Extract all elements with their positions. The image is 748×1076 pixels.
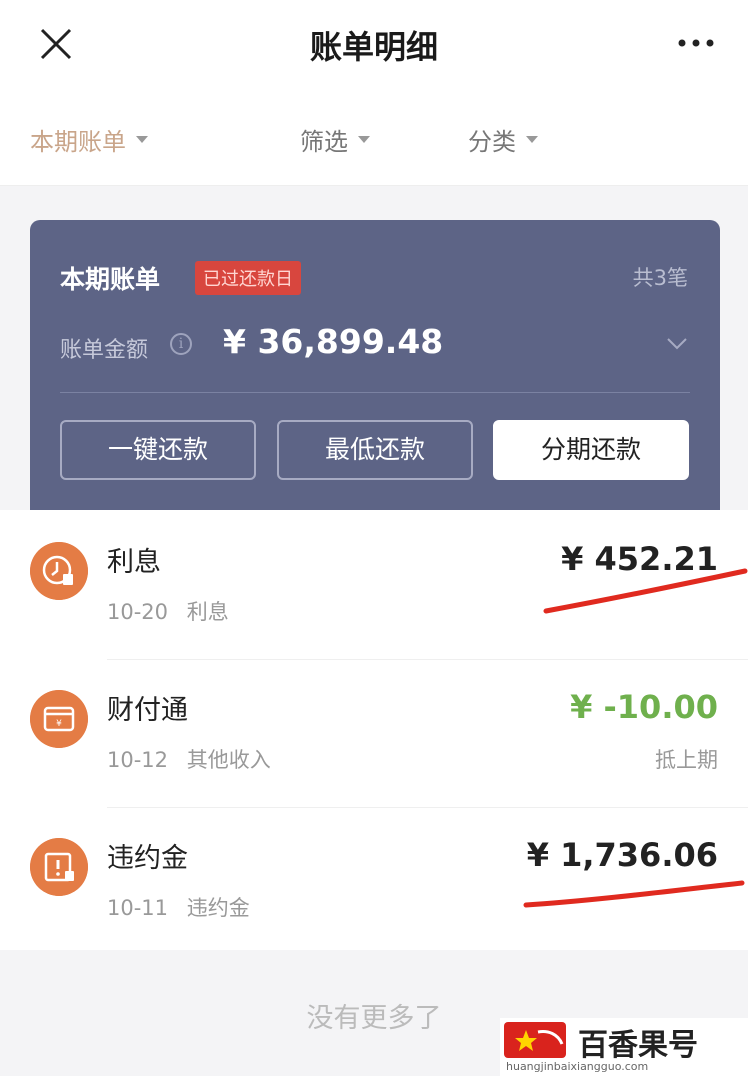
installment-button[interactable]: 分期还款 — [493, 420, 689, 480]
filter-screen-label: 筛选 — [300, 128, 348, 156]
bill-summary-card: 本期账单 已过还款日 共3笔 账单金额 i ¥ 36,899.48 一键还款 最… — [30, 220, 720, 510]
transaction-date: 10-11 — [107, 896, 169, 920]
wallet-icon: ¥ — [30, 690, 88, 748]
clock-bill-icon — [30, 542, 88, 600]
transaction-type: 违约金 — [186, 896, 250, 920]
transaction-date-type: 10-12 其他收入 — [107, 744, 271, 774]
transaction-date-type: 10-20 利息 — [107, 596, 229, 626]
filter-screen-dropdown[interactable]: 筛选 — [300, 122, 370, 157]
transaction-type: 其他收入 — [186, 748, 271, 772]
page-title: 账单明细 — [309, 28, 438, 66]
watermark-logo-icon — [504, 1022, 566, 1058]
transaction-title: 利息 — [107, 547, 161, 578]
bill-card-title: 本期账单 — [60, 265, 161, 294]
overdue-badge: 已过还款日 — [195, 261, 301, 295]
transaction-amount: ¥ -10.00 — [570, 688, 718, 726]
transaction-date: 10-20 — [107, 600, 169, 624]
filter-period-dropdown[interactable]: 本期账单 — [30, 122, 148, 157]
filter-bar: 本期账单 筛选 分类 — [0, 90, 748, 186]
transaction-amount: ¥ 1,736.06 — [526, 836, 718, 874]
top-nav-bar: 账单明细 — [0, 0, 748, 90]
caret-down-icon — [526, 136, 538, 143]
transaction-date-type: 10-11 违约金 — [107, 892, 250, 922]
caret-down-icon — [136, 136, 148, 143]
bill-amount-label: 账单金额 — [60, 338, 149, 363]
bill-amount-value: ¥ 36,899.48 — [223, 322, 444, 361]
svg-text:¥: ¥ — [56, 719, 62, 729]
transaction-note: 抵上期 — [655, 748, 718, 772]
transaction-title: 财付通 — [107, 695, 188, 726]
repay-all-button[interactable]: 一键还款 — [60, 420, 256, 480]
penalty-icon — [30, 838, 88, 896]
more-dots-icon[interactable] — [676, 28, 716, 58]
caret-down-icon — [358, 136, 370, 143]
transaction-row-interest[interactable]: 利息 10-20 利息 ¥ 452.21 — [0, 510, 748, 660]
filter-category-dropdown[interactable]: 分类 — [468, 122, 538, 157]
transaction-type: 利息 — [186, 600, 229, 624]
transaction-count: 共3笔 — [632, 266, 688, 290]
minimum-repay-button[interactable]: 最低还款 — [277, 420, 473, 480]
transaction-date: 10-12 — [107, 748, 169, 772]
filter-category-label: 分类 — [468, 128, 516, 156]
card-divider — [60, 392, 690, 393]
transaction-row-tenpay[interactable]: ¥ 财付通 10-12 其他收入 ¥ -10.00 抵上期 — [0, 658, 748, 808]
transaction-row-penalty[interactable]: 违约金 10-11 违约金 ¥ 1,736.06 — [0, 806, 748, 956]
watermark-name: 百香果号 — [578, 1028, 698, 1063]
watermark-url: huangjinbaixiangguo.com — [506, 1060, 649, 1073]
transaction-list: 利息 10-20 利息 ¥ 452.21 ¥ 财付通 10-12 其他收入 ¥ … — [0, 510, 748, 950]
info-icon[interactable]: i — [170, 333, 192, 355]
transaction-amount: ¥ 452.21 — [561, 540, 718, 578]
transaction-title: 违约金 — [107, 843, 188, 874]
watermark: 百香果号 huangjinbaixiangguo.com — [500, 1018, 748, 1076]
filter-period-label: 本期账单 — [30, 128, 126, 156]
chevron-down-icon[interactable] — [666, 332, 688, 354]
